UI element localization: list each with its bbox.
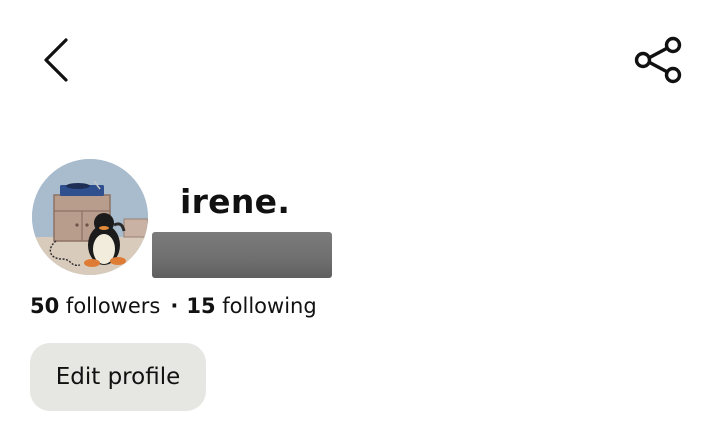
top-bar (0, 0, 720, 120)
redacted-username (152, 232, 332, 278)
followers-link[interactable]: 50 followers (30, 294, 160, 318)
follow-stats: 50 followers · 15 following (30, 292, 317, 320)
share-button[interactable] (630, 32, 686, 88)
back-button[interactable] (34, 30, 82, 90)
followers-label: followers (65, 294, 161, 318)
stats-separator: · (170, 294, 179, 318)
following-link[interactable]: 15 following (186, 294, 316, 318)
avatar[interactable] (32, 159, 148, 275)
following-count: 15 (186, 294, 216, 318)
edit-profile-button[interactable]: Edit profile (30, 343, 206, 411)
avatar-image (32, 159, 148, 275)
following-label: following (222, 294, 317, 318)
share-icon (634, 36, 682, 84)
chevron-left-icon (44, 38, 68, 82)
profile-display-name: irene. (180, 182, 291, 221)
followers-count: 50 (30, 294, 60, 318)
